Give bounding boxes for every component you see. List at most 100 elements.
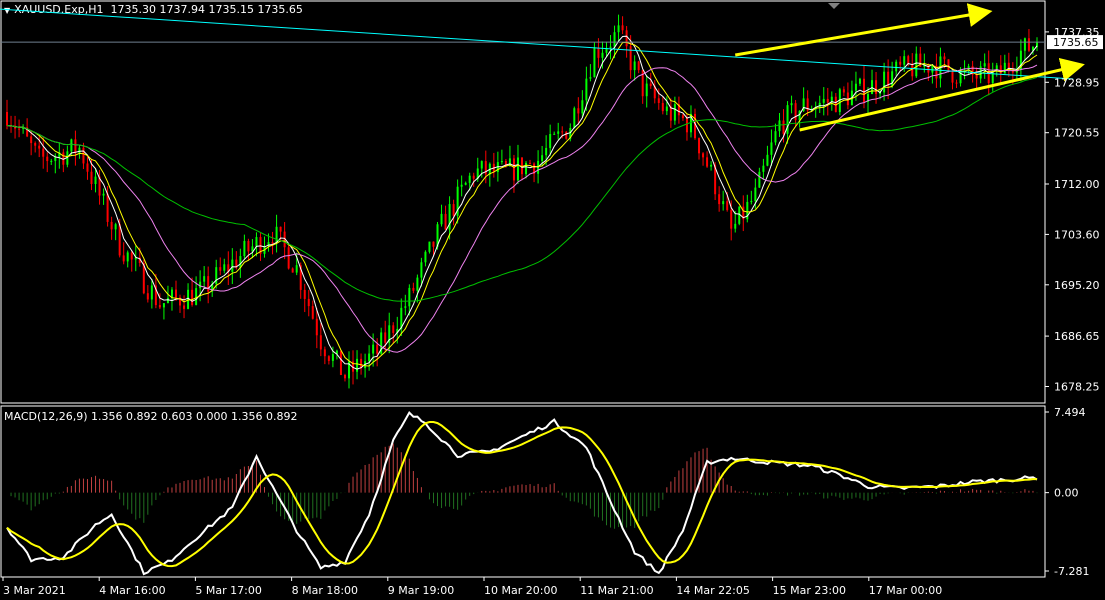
candle-body bbox=[895, 61, 898, 72]
candle-body bbox=[38, 145, 41, 149]
candle-body bbox=[183, 305, 186, 309]
time-axis: 3 Mar 2021 4 Mar 16:00 5 Mar 17:00 8 Mar 18… bbox=[2, 577, 942, 597]
time-tick-label: 9 Mar 19:00 bbox=[388, 584, 454, 597]
candle-body bbox=[794, 103, 797, 121]
candle-body bbox=[907, 56, 910, 65]
candle-body bbox=[557, 131, 560, 134]
candle-body bbox=[927, 64, 930, 73]
candle-body bbox=[758, 171, 761, 188]
candle-body bbox=[673, 104, 676, 121]
candle-body bbox=[565, 131, 568, 139]
candle-body bbox=[858, 78, 861, 84]
candle-body bbox=[460, 184, 463, 187]
candle-body bbox=[770, 142, 773, 155]
macd-pane-frame bbox=[0, 405, 1046, 578]
candle-body bbox=[18, 128, 21, 130]
candle-body bbox=[573, 108, 576, 128]
candle-body bbox=[681, 115, 684, 119]
candle-body bbox=[826, 98, 829, 103]
price-axis: 1737.351728.951720.551712.001703.601695.… bbox=[1045, 26, 1100, 394]
candle-body bbox=[412, 287, 415, 291]
candle-body bbox=[685, 118, 688, 133]
candles-group bbox=[6, 14, 1038, 389]
candle-body bbox=[577, 108, 580, 114]
candle-body bbox=[754, 187, 757, 202]
candle-body bbox=[625, 30, 628, 47]
candle-body bbox=[774, 131, 777, 143]
candle-body bbox=[126, 252, 129, 262]
candle-body bbox=[609, 46, 612, 48]
candle-body bbox=[464, 182, 467, 185]
macd-tick-label: -7.281 bbox=[1054, 565, 1089, 578]
candle-body bbox=[947, 59, 950, 71]
candle-body bbox=[1027, 38, 1030, 51]
candle-body bbox=[368, 353, 371, 362]
candle-body bbox=[432, 241, 435, 247]
candle-body bbox=[247, 240, 250, 252]
candle-body bbox=[621, 25, 624, 31]
candle-body bbox=[74, 139, 77, 154]
candle-body bbox=[915, 53, 918, 77]
candle-body bbox=[887, 71, 890, 87]
candle-body bbox=[295, 265, 298, 273]
candle-body bbox=[187, 289, 190, 309]
candle-body bbox=[195, 288, 198, 305]
upper-channel-arrow bbox=[734, 3, 993, 57]
candle-body bbox=[516, 157, 519, 181]
time-tick-label: 10 Mar 20:00 bbox=[484, 584, 557, 597]
candle-body bbox=[734, 223, 737, 229]
candle-body bbox=[1023, 38, 1026, 51]
candle-body bbox=[512, 158, 515, 181]
price-tick-label: 1695.20 bbox=[1054, 279, 1100, 292]
candle-body bbox=[468, 175, 471, 183]
candle-body bbox=[702, 153, 705, 158]
time-tick-label: 11 Mar 21:00 bbox=[580, 584, 653, 597]
candle-body bbox=[166, 297, 169, 304]
candle-body bbox=[750, 201, 753, 203]
candle-body bbox=[54, 157, 57, 161]
candle-body bbox=[420, 262, 423, 278]
candle-body bbox=[669, 106, 672, 121]
price-tick-label: 1728.95 bbox=[1054, 76, 1100, 89]
candle-body bbox=[613, 32, 616, 47]
candle-body bbox=[110, 221, 113, 230]
shift-marker-icon bbox=[828, 3, 840, 9]
candle-body bbox=[315, 318, 318, 336]
candle-body bbox=[243, 240, 246, 257]
candle-body bbox=[34, 143, 37, 146]
candle-body bbox=[955, 82, 958, 84]
candle-body bbox=[899, 61, 902, 65]
candle-body bbox=[951, 70, 954, 83]
chart-canvas[interactable]: 1737.351728.951720.551712.001703.601695.… bbox=[0, 0, 1105, 600]
time-tick-label: 17 Mar 00:00 bbox=[869, 584, 942, 597]
candle-body bbox=[903, 56, 906, 65]
candle-body bbox=[30, 136, 33, 144]
candle-body bbox=[730, 210, 733, 229]
candle-body bbox=[529, 162, 532, 164]
price-tick-label: 1703.60 bbox=[1054, 228, 1100, 241]
candle-body bbox=[146, 293, 149, 300]
time-tick-label: 5 Mar 17:00 bbox=[195, 584, 261, 597]
candle-body bbox=[983, 63, 986, 67]
candle-body bbox=[416, 277, 419, 291]
candle-body bbox=[219, 267, 222, 271]
candle-body bbox=[42, 148, 45, 157]
candle-body bbox=[698, 138, 701, 154]
candle-body bbox=[541, 155, 544, 161]
candle-body bbox=[158, 305, 161, 308]
candle-body bbox=[710, 164, 713, 167]
time-tick-label: 4 Mar 16:00 bbox=[99, 584, 165, 597]
candle-body bbox=[585, 78, 588, 101]
candle-body bbox=[279, 226, 282, 232]
candle-body bbox=[50, 160, 53, 162]
candle-body bbox=[665, 106, 668, 112]
candle-body bbox=[911, 64, 914, 77]
candle-body bbox=[392, 325, 395, 333]
candle-body bbox=[480, 161, 483, 169]
ma-slow-line bbox=[6, 64, 1038, 353]
candle-body bbox=[384, 332, 387, 343]
price-tick-label: 1686.65 bbox=[1054, 330, 1100, 343]
candle-body bbox=[645, 83, 648, 97]
candle-body bbox=[223, 264, 226, 271]
macd-tick-label: 0.00 bbox=[1054, 487, 1079, 500]
